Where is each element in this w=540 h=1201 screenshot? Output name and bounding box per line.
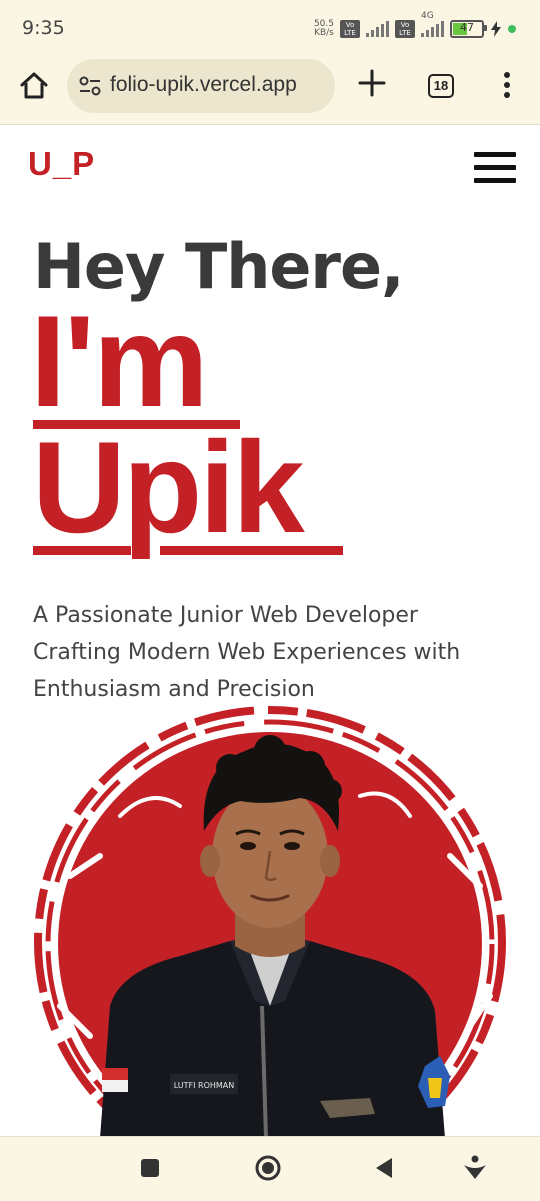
hero-portrait: LUTFI ROHMAN [30, 706, 510, 1138]
system-nav-bar [0, 1136, 540, 1201]
volte-icon-2: Vo LTE [395, 20, 415, 38]
signal-icon [366, 21, 389, 37]
signal-icon-2 [421, 21, 444, 37]
square-icon[interactable] [135, 1153, 165, 1183]
battery-icon: 47 [450, 20, 487, 38]
status-icons: 50.5 KB/s Vo LTE Vo LTE 4G 47 [314, 11, 516, 42]
address-bar[interactable]: folio-upik.vercel.app [67, 59, 335, 113]
portrait-illustration: LUTFI ROHMAN [34, 706, 506, 1138]
status-bar: 9:35 50.5 KB/s Vo LTE Vo LTE 4G 47 [0, 0, 540, 56]
net-speed: 50.5 KB/s [314, 20, 334, 38]
name-tag-text: LUTFI ROHMAN [174, 1081, 235, 1090]
name-underline-right [160, 546, 343, 555]
tagline: A Passionate Junior Web Developer Crafti… [33, 603, 461, 702]
name-heading: Upik [32, 414, 305, 560]
url-text[interactable]: folio-upik.vercel.app [110, 73, 297, 97]
triangle-back-icon[interactable] [370, 1153, 400, 1183]
signal-4g: 4G [421, 11, 444, 37]
site-header: U_P [0, 124, 540, 214]
network-type: 4G [421, 11, 434, 21]
menu-icon[interactable] [474, 152, 516, 186]
tab-switcher-button[interactable]: 18 [428, 74, 454, 98]
browser-toolbar: folio-upik.vercel.app 18 [0, 56, 540, 125]
more-vert-icon[interactable] [500, 70, 514, 100]
assistant-icon[interactable] [460, 1153, 490, 1183]
name-underline-left [33, 546, 131, 555]
intro-heading: I'm [30, 288, 209, 434]
home-icon[interactable] [18, 70, 50, 102]
site-logo[interactable]: U_P [28, 145, 95, 183]
new-tab-icon[interactable] [356, 67, 388, 99]
net-speed-unit: KB/s [314, 28, 334, 38]
volte-icon: Vo LTE [340, 20, 360, 38]
tune-icon[interactable] [79, 76, 101, 96]
battery-level: 47 [460, 21, 474, 34]
charging-icon [491, 21, 501, 37]
status-time: 9:35 [22, 17, 65, 39]
privacy-dot-icon [508, 25, 516, 33]
circle-icon[interactable] [253, 1153, 283, 1183]
